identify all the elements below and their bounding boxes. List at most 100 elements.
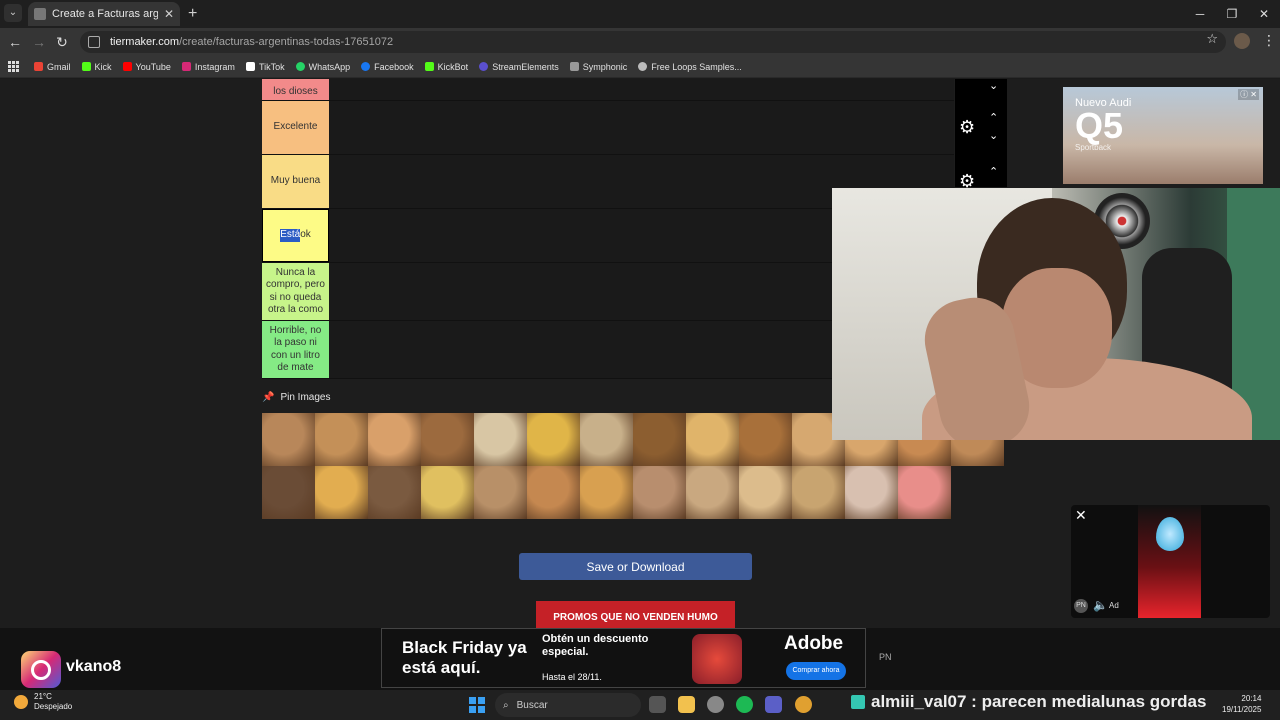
screen: ⌄ Create a Facturas argentinas (Ti ✕ + ─… xyxy=(0,0,1280,720)
factura-thumbnail[interactable] xyxy=(739,466,792,519)
tier-label[interactable]: Muy buena xyxy=(262,155,329,208)
save-or-download-button[interactable]: Save or Download xyxy=(519,553,752,580)
minimize-icon[interactable]: ─ xyxy=(1184,0,1216,28)
weather-temp: 21°C xyxy=(34,692,52,701)
tier-label[interactable]: Horrible, no la paso ni con un litro de … xyxy=(262,321,329,378)
tiktok-icon xyxy=(245,62,255,71)
tier-row: los dioses xyxy=(262,79,954,101)
factura-thumbnail[interactable] xyxy=(898,466,951,519)
streamelements-icon xyxy=(479,62,489,71)
factura-thumbnail[interactable] xyxy=(474,413,527,466)
spotify-icon[interactable] xyxy=(736,696,753,713)
bookmark-kickbot[interactable]: KickBot xyxy=(424,62,468,72)
address-bar[interactable]: tiermaker.com /create/facturas-argentina… xyxy=(80,31,1226,53)
ad-choices-icon[interactable]: ⓘ ✕ xyxy=(1238,89,1259,100)
instagram-icon xyxy=(21,651,61,688)
factura-thumbnail[interactable] xyxy=(421,466,474,519)
buy-now-button[interactable]: Comprar ahora xyxy=(786,662,846,680)
close-tab-icon[interactable]: ✕ xyxy=(164,7,174,21)
factura-thumbnail[interactable] xyxy=(580,466,633,519)
bookmark-free-loops[interactable]: Free Loops Samples... xyxy=(638,62,742,72)
factura-thumbnail[interactable] xyxy=(368,413,421,466)
pn-badge: PN xyxy=(879,652,892,662)
forward-arrow-icon[interactable]: → xyxy=(30,33,48,51)
profile-avatar[interactable] xyxy=(1234,33,1250,49)
audi-ad-model: Q5 xyxy=(1075,105,1124,146)
factura-thumbnail[interactable] xyxy=(368,466,421,519)
video-ad[interactable]: ✕ PN 🔈 Ad xyxy=(1071,505,1270,618)
factura-thumbnail[interactable] xyxy=(315,413,368,466)
factura-thumbnail[interactable] xyxy=(262,413,315,466)
move-up-icon[interactable]: ⌃ xyxy=(989,165,998,178)
tiermaker-favicon-icon xyxy=(34,8,46,20)
tier-label[interactable]: Excelente xyxy=(262,101,329,154)
windows-start-icon[interactable] xyxy=(469,697,485,713)
volume-icon[interactable]: 🔈 xyxy=(1093,598,1108,612)
bookmark-facebook[interactable]: Facebook xyxy=(361,62,414,72)
teams-icon[interactable] xyxy=(765,696,782,713)
bookmark-kick[interactable]: Kick xyxy=(81,62,112,72)
kick-chat-icon xyxy=(851,695,865,709)
factura-thumbnail[interactable] xyxy=(633,413,686,466)
taskbar-clock[interactable]: 20:14 19/11/2025 xyxy=(1222,693,1261,715)
new-tab-icon[interactable]: + xyxy=(188,5,197,23)
settings-icon[interactable] xyxy=(707,696,724,713)
bookmark-whatsapp[interactable]: WhatsApp xyxy=(295,62,350,72)
audi-ad[interactable]: ⓘ ✕ Nuevo Audi Q5 Sportback xyxy=(1063,87,1263,184)
factura-thumbnail[interactable] xyxy=(527,466,580,519)
weather-condition: Despejado xyxy=(34,702,73,711)
tier-drop-zone[interactable] xyxy=(330,101,954,154)
tier-drop-zone[interactable] xyxy=(330,79,954,100)
factura-thumbnail[interactable] xyxy=(262,466,315,519)
file-explorer-icon[interactable] xyxy=(678,696,695,713)
close-window-icon[interactable]: ✕ xyxy=(1248,0,1280,28)
tier-label-editing[interactable]: Está ok xyxy=(262,209,329,262)
promo-banner-ad[interactable]: PROMOS QUE NO VENDEN HUMO xyxy=(536,601,735,628)
factura-thumbnail[interactable] xyxy=(474,466,527,519)
tier-label[interactable]: los dioses xyxy=(262,79,329,100)
audi-ad-line3: Sportback xyxy=(1075,143,1112,152)
browser-menu-icon[interactable]: ⋮ xyxy=(1262,32,1276,49)
gear-icon[interactable]: ⚙ xyxy=(959,117,975,138)
weather-widget[interactable]: 21°C Despejado xyxy=(14,692,72,712)
move-down-icon[interactable]: ⌄ xyxy=(989,129,998,142)
restore-icon[interactable]: ❐ xyxy=(1216,0,1248,28)
bookmark-star-icon[interactable]: ☆ xyxy=(1206,31,1218,47)
apps-grid-icon[interactable] xyxy=(8,60,20,73)
close-icon[interactable]: ✕ xyxy=(1075,507,1087,524)
factura-thumbnail[interactable] xyxy=(527,413,580,466)
taskbar-search[interactable]: ⌕ Buscar xyxy=(495,693,641,717)
factura-thumbnail[interactable] xyxy=(315,466,368,519)
bookmark-gmail[interactable]: Gmail xyxy=(34,62,71,72)
bookmark-tiktok[interactable]: TikTok xyxy=(245,62,285,72)
move-down-icon[interactable]: ⌄ xyxy=(989,79,998,92)
bookmark-symphonic[interactable]: Symphonic xyxy=(569,62,627,72)
pin-images-toggle[interactable]: 📌 Pin Images xyxy=(262,392,330,403)
tab-search-button[interactable]: ⌄ xyxy=(4,4,22,22)
active-tab[interactable]: Create a Facturas argentinas (Ti ✕ xyxy=(28,2,180,26)
adobe-description: Obtén un descuento especial. xyxy=(542,633,649,658)
tier-label[interactable]: Nunca la compro, pero si no queda otra l… xyxy=(262,263,329,320)
factura-thumbnail[interactable] xyxy=(686,466,739,519)
reload-icon[interactable]: ↻ xyxy=(53,33,71,51)
bookmark-streamelements[interactable]: StreamElements xyxy=(479,62,559,72)
back-arrow-icon[interactable]: ← xyxy=(6,33,24,51)
gmail-icon xyxy=(34,62,43,71)
factura-thumbnail[interactable] xyxy=(845,466,898,519)
factura-thumbnail[interactable] xyxy=(686,413,739,466)
factura-thumbnail[interactable] xyxy=(580,413,633,466)
adobe-headline: Black Friday ya está aquí. xyxy=(402,638,527,677)
chrome-icon[interactable] xyxy=(795,696,812,713)
move-up-icon[interactable]: ⌃ xyxy=(989,111,998,124)
factura-thumbnail[interactable] xyxy=(633,466,686,519)
adobe-ad[interactable]: Black Friday ya está aquí. Obtén un desc… xyxy=(381,628,866,688)
chat-overlay: almiii_val07 : parecen medialunas gordas xyxy=(851,692,1206,712)
bookmark-instagram[interactable]: Instagram xyxy=(181,62,235,72)
factura-thumbnail[interactable] xyxy=(739,413,792,466)
facebook-icon xyxy=(361,62,371,71)
factura-thumbnail[interactable] xyxy=(792,466,845,519)
task-view-icon[interactable] xyxy=(649,696,666,713)
factura-thumbnail[interactable] xyxy=(421,413,474,466)
bookmark-youtube[interactable]: YouTube xyxy=(122,62,171,72)
site-info-icon[interactable] xyxy=(88,36,100,48)
